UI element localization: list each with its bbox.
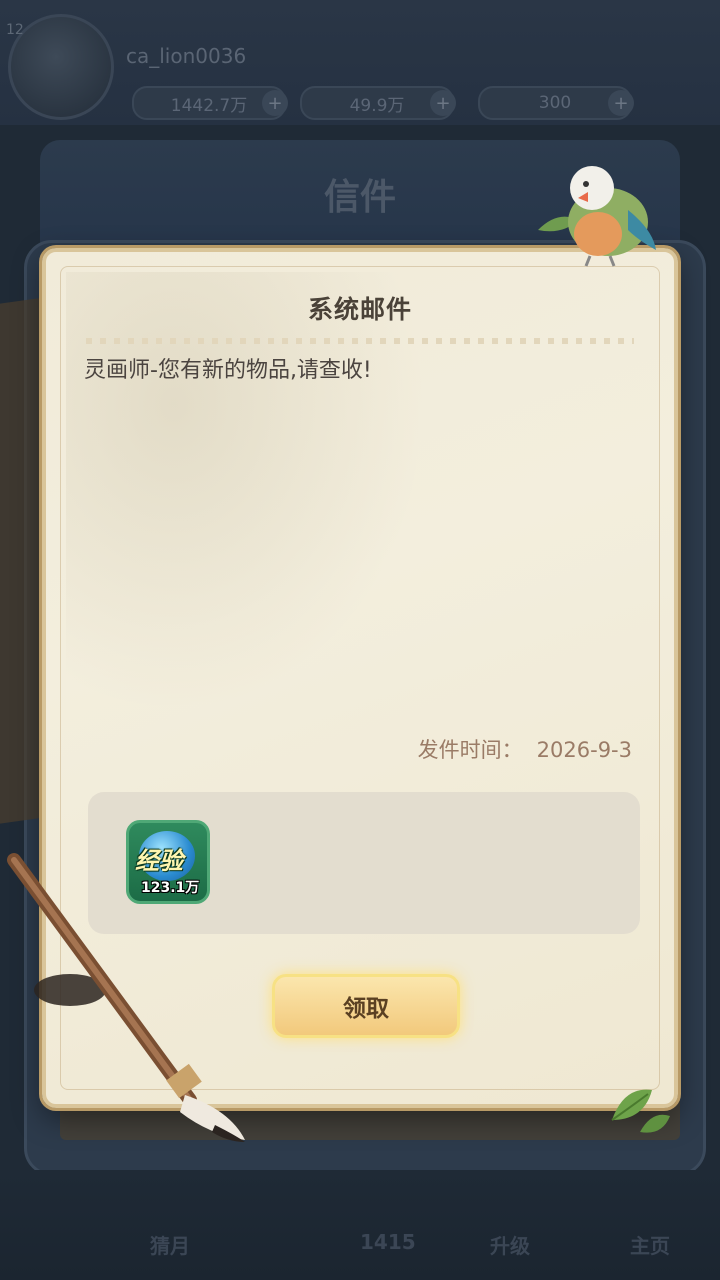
send-time: 发件时间： 2026-9-3 [418, 734, 632, 764]
plus-icon: + [430, 90, 456, 116]
currency-pill-2: 49.9万 + [300, 86, 456, 120]
plus-icon: + [262, 90, 288, 116]
player-name: ca_lion0036 [126, 44, 247, 68]
player-level: 12 [6, 22, 24, 38]
leaf-icon [611, 1089, 670, 1133]
nav-label: 升级 [490, 1234, 530, 1258]
send-time-value: 2026-9-3 [536, 738, 632, 762]
send-time-label: 发件时间： [417, 738, 523, 762]
avatar [8, 14, 114, 120]
currency-value-2: 49.9万 [349, 95, 405, 116]
currency-value-3: 300 [538, 93, 572, 113]
plus-icon: + [608, 90, 634, 116]
mail-title: 系统邮件 [307, 295, 412, 324]
claim-button[interactable]: 领取 [272, 974, 460, 1038]
bird-icon [538, 166, 656, 267]
nav-label: 主页 [630, 1234, 670, 1258]
nav-label: 1415 [360, 1230, 416, 1254]
currency-value-1: 1442.7万 [170, 95, 248, 116]
currency-pill-3: 300 + [478, 86, 634, 120]
currency-pill-1: 1442.7万 + [132, 86, 288, 120]
bottom-nav: 猜月 1415 升级 主页 [0, 1170, 720, 1280]
nav-label: 猜月 [150, 1234, 190, 1258]
title-divider [86, 338, 634, 344]
mail-message: 灵画师-您有新的物品,请查收! [84, 358, 372, 383]
brush-icon [7, 853, 245, 1142]
